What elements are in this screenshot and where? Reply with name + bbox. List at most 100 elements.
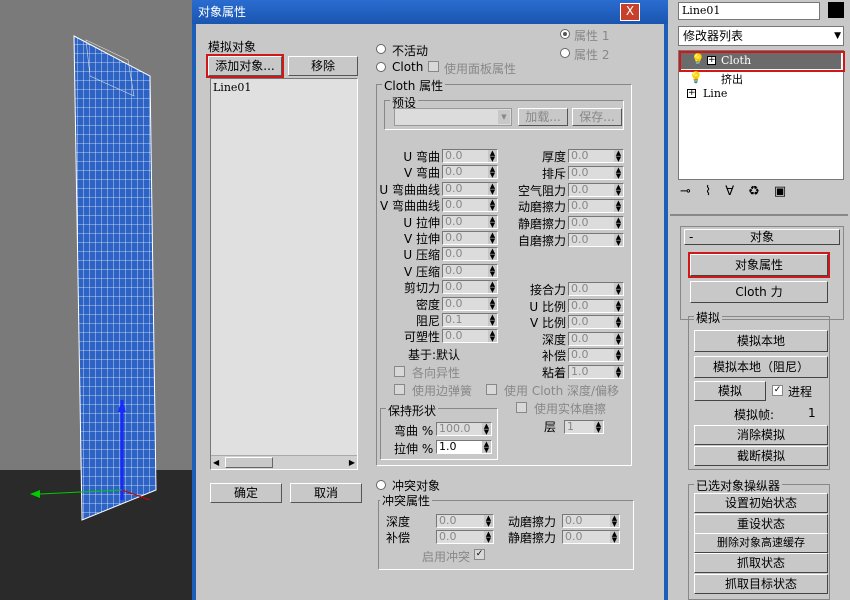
scroll-left-icon[interactable]: ◀ — [213, 458, 219, 467]
spinner-arrows-icon[interactable]: ▲ ▼ — [610, 531, 619, 544]
inactive-radio[interactable] — [376, 44, 386, 54]
c-offset-spinner[interactable]: 0.0 ▲ ▼ — [436, 530, 494, 544]
param-spinner[interactable]: 0.0 ▲ ▼ — [568, 199, 624, 214]
c-depth-spinner[interactable]: 0.0 ▲ ▼ — [436, 514, 494, 528]
spinner-arrows-icon[interactable]: ▲ ▼ — [614, 283, 623, 296]
spinner-arrows-icon[interactable]: ▲ ▼ — [488, 330, 497, 343]
spinner-arrows-icon[interactable]: ▲ ▼ — [614, 349, 623, 362]
bend-pct-spinner[interactable]: 100.0 ▲ ▼ — [436, 422, 492, 436]
param-spinner[interactable]: 0.0 ▲ ▼ — [442, 198, 498, 213]
anisotropic-checkbox[interactable] — [394, 366, 405, 377]
make-unique-icon[interactable]: ∀ — [725, 184, 748, 199]
spinner-arrows-icon[interactable]: ▲ ▼ — [614, 332, 623, 345]
layer-spinner[interactable]: 1 ▲ ▼ — [564, 420, 604, 434]
use-cloth-depth-checkbox[interactable] — [486, 384, 497, 395]
spinner-arrows-icon[interactable]: ▲ ▼ — [488, 166, 497, 179]
configure-icon[interactable]: ▣ — [774, 184, 800, 199]
cancel-button[interactable]: 取消 — [290, 483, 362, 503]
object-color-swatch[interactable] — [828, 2, 844, 18]
simulate-button[interactable]: 模拟 — [694, 381, 766, 401]
spinner-arrows-icon[interactable]: ▲ ▼ — [614, 200, 623, 213]
spinner-arrows-icon[interactable]: ▲ ▼ — [488, 264, 497, 277]
object-name-field[interactable]: Line01 — [678, 2, 820, 20]
cloth-forces-button[interactable]: Cloth 力 — [690, 281, 828, 303]
set-init-state-button[interactable]: 设置初始状态 — [694, 493, 828, 513]
preset-dropdown[interactable]: ▼ — [394, 108, 512, 126]
spinner-arrows-icon[interactable]: ▲ ▼ — [488, 281, 497, 294]
object-list[interactable]: Line01 ◀ ▶ — [210, 78, 358, 470]
prop1-radio[interactable] — [560, 29, 570, 39]
collision-object-radio[interactable] — [376, 480, 386, 490]
param-spinner[interactable]: 0.0 ▲ ▼ — [442, 231, 498, 245]
spinner-arrows-icon[interactable]: ▲ ▼ — [488, 314, 497, 327]
grab-state-button[interactable]: 抓取状态 — [694, 553, 828, 573]
spinner-arrows-icon[interactable]: ▲ ▼ — [488, 297, 497, 310]
param-spinner[interactable]: 0.0 ▲ ▼ — [442, 329, 498, 344]
viewport[interactable] — [0, 0, 192, 600]
object-rollout-header[interactable]: - 对象 — [684, 229, 840, 245]
spinner-arrows-icon[interactable]: ▲ ▼ — [488, 248, 497, 261]
sim-local-button[interactable]: 模拟本地 — [694, 330, 828, 352]
param-spinner[interactable]: 0.0 ▲ ▼ — [568, 348, 624, 363]
cloth-radio[interactable] — [376, 62, 386, 72]
object-props-button[interactable]: 对象属性 — [688, 252, 830, 278]
close-button[interactable]: X — [620, 3, 640, 21]
erase-sim-button[interactable]: 消除模拟 — [694, 425, 828, 445]
param-spinner[interactable]: 0.0 ▲ ▼ — [442, 165, 498, 180]
spinner-arrows-icon[interactable]: ▲ ▼ — [484, 531, 493, 544]
param-spinner[interactable]: 0.0 ▲ ▼ — [442, 263, 498, 278]
add-object-button[interactable]: 添加对象... — [206, 54, 284, 78]
spinner-arrows-icon[interactable]: ▲ ▼ — [488, 150, 497, 163]
ok-button[interactable]: 确定 — [210, 483, 282, 503]
stack-item-line[interactable]: Line — [703, 87, 727, 100]
truncate-sim-button[interactable]: 截断模拟 — [694, 446, 828, 466]
enable-collision-checkbox[interactable]: ✓ — [474, 549, 485, 560]
pin-stack-icon[interactable]: ⊸ — [680, 184, 705, 199]
spinner-arrows-icon[interactable]: ▲ ▼ — [488, 182, 497, 195]
use-solid-friction-checkbox[interactable] — [516, 402, 527, 413]
scrollbar-thumb[interactable] — [225, 457, 273, 468]
load-button[interactable]: 加载... — [518, 108, 568, 126]
param-spinner[interactable]: 0.0 ▲ ▼ — [568, 216, 624, 231]
param-spinner[interactable]: 0.0 ▲ ▼ — [568, 233, 624, 247]
remove-button[interactable]: 移除 — [288, 56, 358, 76]
prop2-radio[interactable] — [560, 48, 570, 58]
horizontal-scrollbar[interactable]: ◀ ▶ — [211, 455, 357, 469]
lightbulb-icon[interactable]: 💡 — [689, 71, 703, 84]
spinner-arrows-icon[interactable]: ▲ ▼ — [614, 366, 623, 379]
spinner-arrows-icon[interactable]: ▲ ▼ — [614, 150, 623, 163]
param-spinner[interactable]: 0.1 ▲ ▼ — [442, 313, 498, 327]
modifier-list-dropdown[interactable]: 修改器列表 ▼ — [678, 26, 844, 46]
param-spinner[interactable]: 0.0 ▲ ▼ — [568, 282, 624, 296]
spinner-arrows-icon[interactable]: ▲ ▼ — [488, 215, 497, 228]
spinner-arrows-icon[interactable]: ▲ ▼ — [610, 515, 619, 528]
spinner-arrows-icon[interactable]: ▲ ▼ — [594, 421, 603, 434]
spinner-arrows-icon[interactable]: ▲ ▼ — [614, 316, 623, 329]
spinner-arrows-icon[interactable]: ▲ ▼ — [614, 234, 623, 247]
sim-local-damped-button[interactable]: 模拟本地（阻尼） — [694, 356, 828, 378]
param-spinner[interactable]: 0.0 ▲ ▼ — [442, 149, 498, 163]
remove-modifier-icon[interactable]: ♻ — [748, 184, 774, 199]
spinner-arrows-icon[interactable]: ▲ ▼ — [614, 166, 623, 179]
spinner-arrows-icon[interactable]: ▲ ▼ — [488, 199, 497, 212]
spinner-arrows-icon[interactable]: ▲ ▼ — [614, 299, 623, 312]
param-spinner[interactable]: 0.0 ▲ ▼ — [568, 165, 624, 180]
progress-checkbox[interactable]: ✓ — [772, 385, 783, 396]
expand-icon[interactable]: + — [687, 89, 696, 98]
spinner-arrows-icon[interactable]: ▲ ▼ — [488, 232, 497, 245]
param-spinner[interactable]: 0.0 ▲ ▼ — [568, 298, 624, 313]
stack-item-extrude[interactable]: 挤出 — [721, 71, 743, 87]
grab-target-button[interactable]: 抓取目标状态 — [694, 574, 828, 594]
spinner-arrows-icon[interactable]: ▲ ▼ — [614, 183, 623, 196]
param-spinner[interactable]: 0.0 ▲ ▼ — [568, 149, 624, 163]
param-spinner[interactable]: 0.0 ▲ ▼ — [568, 315, 624, 330]
stretch-pct-spinner[interactable]: 1.0 ▲ ▼ — [436, 440, 492, 454]
param-spinner[interactable]: 0.0 ▲ ▼ — [442, 181, 498, 196]
list-item[interactable]: Line01 — [213, 81, 251, 94]
scroll-right-icon[interactable]: ▶ — [349, 458, 355, 467]
c-static-friction-spinner[interactable]: 0.0 ▲ ▼ — [562, 530, 620, 544]
spinner-arrows-icon[interactable]: ▲ ▼ — [482, 423, 491, 436]
save-button[interactable]: 保存... — [572, 108, 622, 126]
delete-cache-button[interactable]: 删除对象高速缓存 — [694, 533, 828, 553]
param-spinner[interactable]: 0.0 ▲ ▼ — [568, 182, 624, 197]
